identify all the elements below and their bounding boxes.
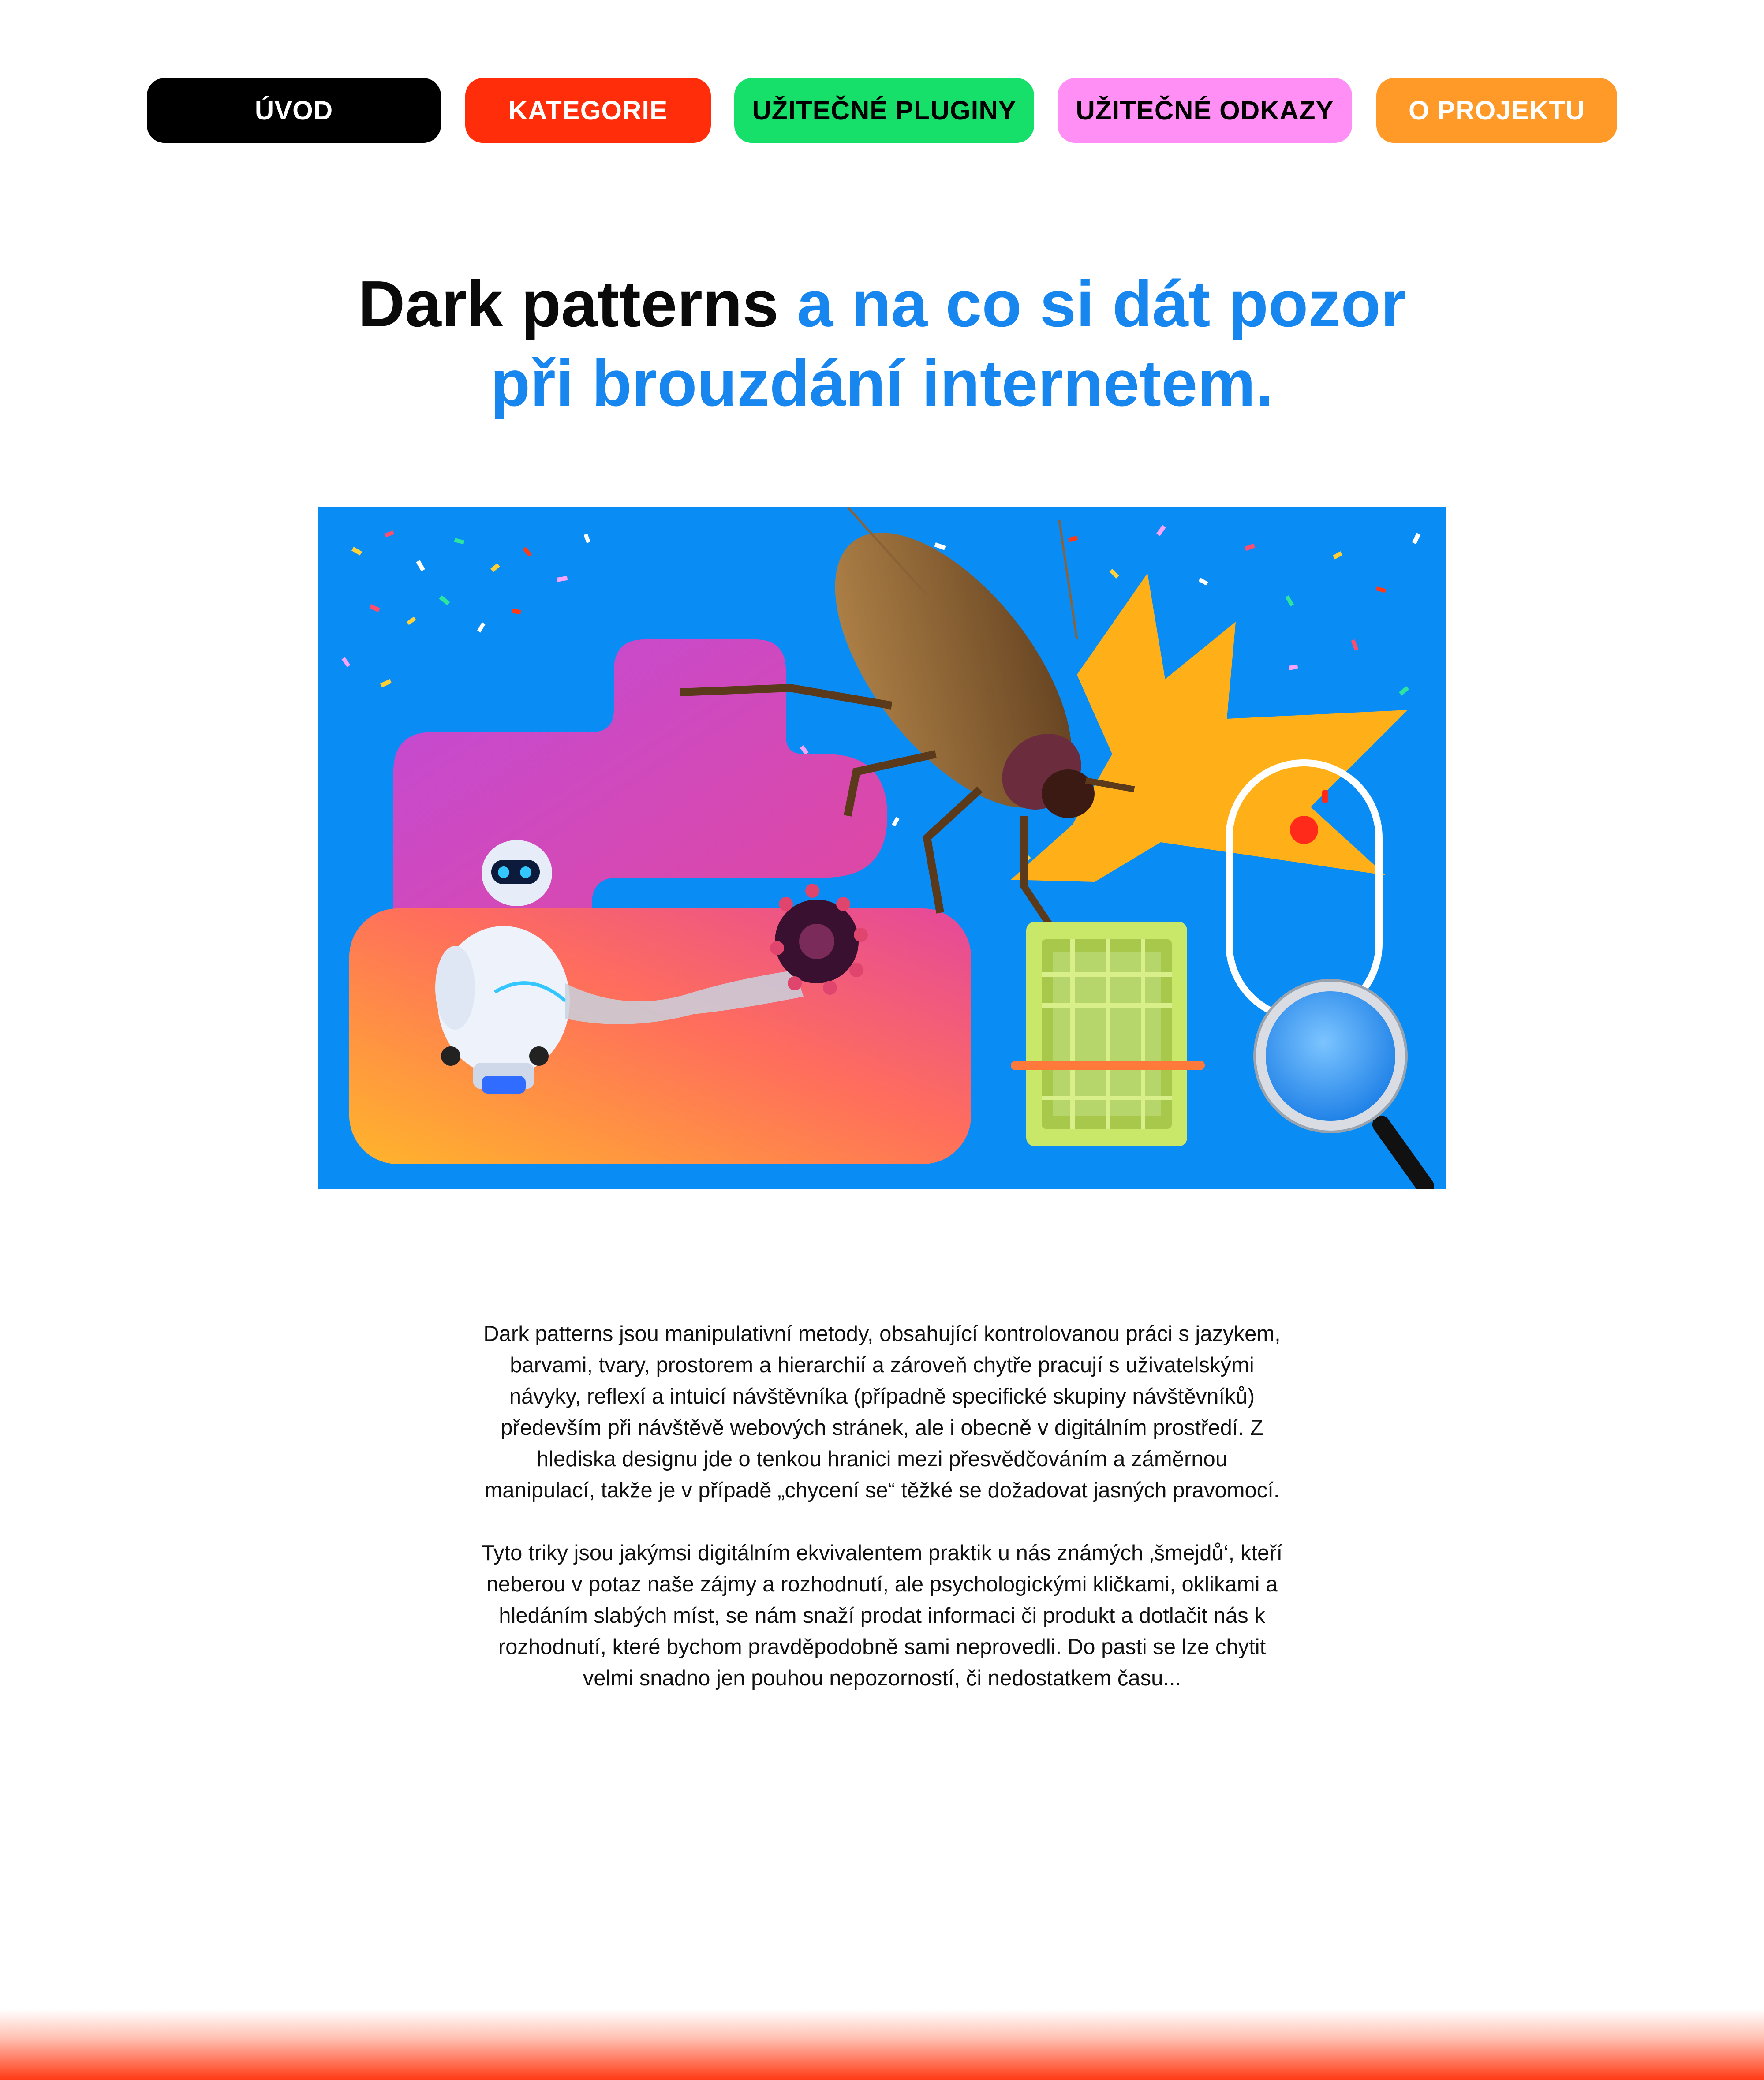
page-title: Dark patterns a na co si dát pozor při b… <box>220 265 1544 423</box>
hero-illustration <box>318 507 1446 1189</box>
nav-uzitecne-pluginy-button[interactable]: UŽITEČNÉ PLUGINY <box>734 78 1034 143</box>
page-title-blue-line2: při brouzdání internetem. <box>490 347 1274 420</box>
hero-svg <box>318 507 1446 1189</box>
nav-kategorie-button[interactable]: KATEGORIE <box>465 78 711 143</box>
intro-text: Dark patterns jsou manipulativní metody,… <box>481 1318 1283 1725</box>
footer-gradient <box>0 2009 1764 2080</box>
intro-paragraph-2: Tyto triky jsou jakýmsi digitálním ekviv… <box>481 1541 1283 1690</box>
shopping-basket-icon <box>1011 922 1205 1146</box>
nav-uvod-button[interactable]: ÚVOD <box>147 78 441 143</box>
main-nav: ÚVOD KATEGORIE UŽITEČNÉ PLUGINY UŽITEČNÉ… <box>0 78 1764 143</box>
page-title-blue-line1: a na co si dát pozor <box>778 268 1406 340</box>
nav-o-projektu-button[interactable]: O PROJEKTU <box>1376 78 1617 143</box>
orange-blob <box>349 908 971 1164</box>
nav-uzitecne-odkazy-button[interactable]: UŽITEČNÉ ODKAZY <box>1058 78 1352 143</box>
page-title-dark: Dark patterns <box>358 268 779 340</box>
intro-paragraph-1: Dark patterns jsou manipulativní metody,… <box>483 1322 1281 1502</box>
